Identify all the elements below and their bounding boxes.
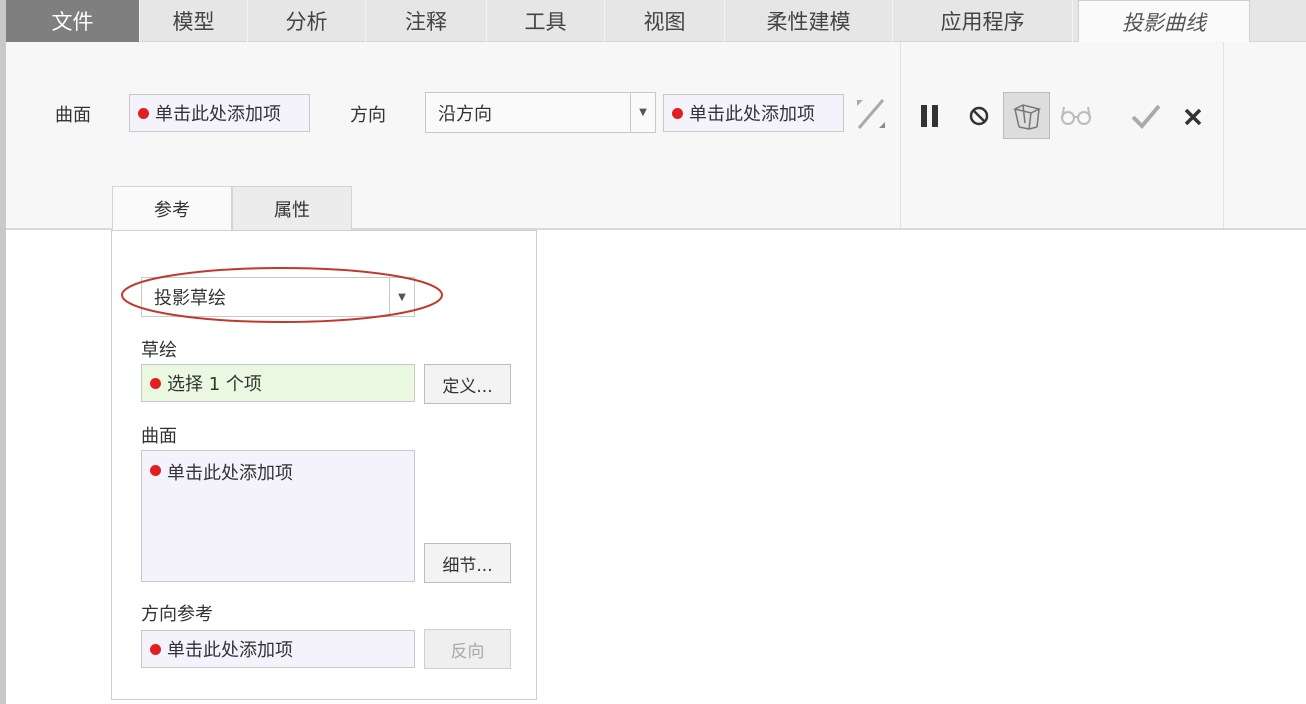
direction-reference-collector[interactable]: 单击此处添加项 [663,94,844,132]
direction-reference-text: 单击此处添加项 [689,104,815,125]
sketch-label: 草绘 [141,340,177,361]
ribbon-tab-bar: 文件 模型 分析 注释 工具 视图 柔性建模 应用程序 投影曲线 [6,0,1306,43]
required-dot-icon [150,643,161,655]
direction-dropdown[interactable]: 沿方向 ▼ [425,92,656,133]
tab-projected-curve[interactable]: 投影曲线 [1078,0,1250,43]
geometry-preview-icon[interactable] [1003,92,1050,139]
direction-label: 方向 [350,105,386,126]
subtab-references[interactable]: 参考 [112,186,232,230]
surface-collector[interactable]: 单击此处添加项 [129,94,310,132]
surface-collector-list[interactable]: 单击此处添加项 [141,450,415,582]
required-dot-icon [672,107,683,119]
surface-collector-text: 单击此处添加项 [167,463,293,484]
details-button[interactable]: 细节... [424,543,511,583]
direction-reference-label: 方向参考 [141,604,213,625]
direction-value: 沿方向 [438,103,492,125]
tab-tools[interactable]: 工具 [487,0,605,42]
divider [1223,42,1224,228]
define-button[interactable]: 定义... [424,364,511,404]
direction-reference-text: 单击此处添加项 [167,640,293,661]
sketch-collector[interactable]: 选择 1 个项 [141,364,415,402]
flip-direction-icon[interactable] [851,94,891,134]
tab-annotate[interactable]: 注释 [366,0,487,42]
tab-applications[interactable]: 应用程序 [893,0,1073,42]
highlight-ellipse [121,267,443,323]
tab-view[interactable]: 视图 [605,0,725,42]
required-dot-icon [138,107,149,119]
tab-analysis[interactable]: 分析 [248,0,366,42]
flip-button[interactable]: 反向 [424,629,511,669]
required-dot-icon [150,465,161,476]
no-preview-icon[interactable] [966,103,992,129]
surface-collector-text: 单击此处添加项 [155,104,281,125]
tab-flexible-modeling[interactable]: 柔性建模 [725,0,893,42]
surface-label: 曲面 [141,426,177,447]
direction-reference-collector[interactable]: 单击此处添加项 [141,630,415,668]
pause-icon[interactable] [916,100,944,132]
required-dot-icon [150,377,161,389]
sketch-collector-text: 选择 1 个项 [167,374,262,395]
verify-glasses-icon[interactable] [1058,100,1094,130]
chevron-down-icon[interactable]: ▼ [630,93,655,132]
ok-check-icon[interactable] [1128,100,1164,132]
tab-file[interactable]: 文件 [6,0,140,42]
tab-model[interactable]: 模型 [140,0,248,42]
cancel-x-icon[interactable] [1180,104,1206,130]
subtab-properties[interactable]: 属性 [232,186,352,230]
surface-label: 曲面 [55,105,91,126]
divider [900,42,901,228]
